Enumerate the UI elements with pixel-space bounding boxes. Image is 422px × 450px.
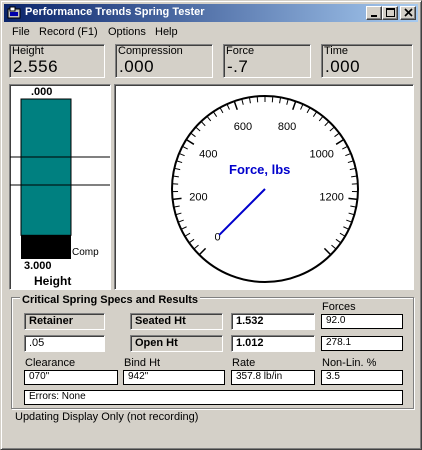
menu-bar: File Record (F1) Options Help bbox=[4, 23, 418, 42]
height-readout-label: Height bbox=[12, 45, 44, 57]
retainer-label: Retainer bbox=[24, 313, 105, 330]
force-dial: 0200400600 80010001200 bbox=[171, 95, 359, 283]
minimize-button[interactable] bbox=[366, 6, 382, 20]
dial-tick-label: 1200 bbox=[319, 192, 343, 204]
force-readout-label: Force bbox=[226, 45, 255, 57]
dial-major-tick bbox=[348, 197, 358, 201]
nonlin-value: 3.5 bbox=[321, 370, 403, 385]
force-dial-title: Force, lbs bbox=[229, 162, 291, 177]
height-top-label: .000 bbox=[31, 86, 53, 98]
dial-tick-label: 1000 bbox=[309, 148, 333, 160]
nonlin-label: Non-Lin. % bbox=[322, 357, 377, 369]
open-ht-input[interactable]: 1.012 bbox=[231, 335, 315, 352]
force-seated-value: 92.0 bbox=[321, 314, 403, 329]
app-window: Performance Trends Spring Tester File Re… bbox=[0, 0, 422, 450]
clearance-label: Clearance bbox=[25, 357, 76, 369]
height-readout: Height 2.556 bbox=[9, 44, 105, 78]
height-readout-value: 2.556 bbox=[13, 57, 59, 76]
height-gauge-panel: .000 3.000 Comp Height bbox=[9, 84, 111, 290]
bind-ht-value: 942" bbox=[123, 370, 225, 385]
seated-ht-label: Seated Ht bbox=[130, 313, 223, 330]
window-title: Performance Trends Spring Tester bbox=[25, 6, 205, 18]
dial-minor-tick bbox=[256, 96, 259, 103]
menu-options[interactable]: Options bbox=[108, 26, 146, 38]
clearance-value: 070" bbox=[24, 370, 118, 385]
height-gauge bbox=[10, 98, 110, 259]
retainer-input[interactable]: .05 bbox=[24, 335, 105, 352]
time-readout: Time .000 bbox=[321, 44, 413, 78]
dial-minor-tick bbox=[271, 96, 274, 103]
close-icon bbox=[404, 8, 413, 17]
menu-file[interactable]: File bbox=[12, 26, 30, 38]
time-readout-label: Time bbox=[324, 45, 349, 57]
rate-value: 357.8 lb/in bbox=[231, 370, 315, 385]
compression-readout-value: .000 bbox=[119, 57, 155, 76]
minimize-icon bbox=[371, 15, 377, 17]
errors-display: Errors: None bbox=[24, 390, 403, 405]
compression-readout-label: Compression bbox=[118, 45, 183, 57]
dial-tick-label: 800 bbox=[278, 121, 296, 133]
height-bottom-label: 3.000 bbox=[24, 260, 52, 272]
open-ht-label: Open Ht bbox=[130, 335, 223, 352]
status-text: Updating Display Only (not recording) bbox=[15, 411, 199, 423]
comp-label: Comp bbox=[72, 247, 99, 258]
force-readout-value: -.7 bbox=[227, 57, 249, 76]
time-readout-value: .000 bbox=[325, 57, 361, 76]
dial-major-tick bbox=[172, 197, 182, 201]
bind-ht-label: Bind Ht bbox=[124, 357, 161, 369]
app-icon bbox=[7, 6, 21, 20]
force-gauge-panel: 0 200 400 600 800 1000 1200 Force, lbs bbox=[114, 84, 414, 290]
force-open-value: 278.1 bbox=[321, 336, 403, 351]
specs-group-title: Critical Spring Specs and Results bbox=[20, 294, 201, 306]
forces-label: Forces bbox=[322, 301, 356, 313]
menu-help[interactable]: Help bbox=[155, 26, 178, 38]
title-bar[interactable]: Performance Trends Spring Tester bbox=[4, 4, 418, 22]
compression-readout: Compression .000 bbox=[115, 44, 213, 78]
rate-label: Rate bbox=[232, 357, 256, 369]
menu-record[interactable]: Record (F1) bbox=[39, 26, 98, 38]
close-button[interactable] bbox=[400, 6, 416, 20]
seated-ht-input[interactable]: 1.532 bbox=[231, 313, 315, 330]
maximize-button[interactable] bbox=[382, 6, 398, 20]
dial-tick-label: 400 bbox=[199, 148, 217, 160]
maximize-icon bbox=[386, 8, 395, 17]
force-readout: Force -.7 bbox=[223, 44, 311, 78]
dial-tick-label: 600 bbox=[234, 121, 252, 133]
height-bar-fill bbox=[20, 98, 72, 236]
dial-tick-label: 200 bbox=[189, 192, 207, 204]
height-gauge-title: Height bbox=[34, 274, 72, 288]
